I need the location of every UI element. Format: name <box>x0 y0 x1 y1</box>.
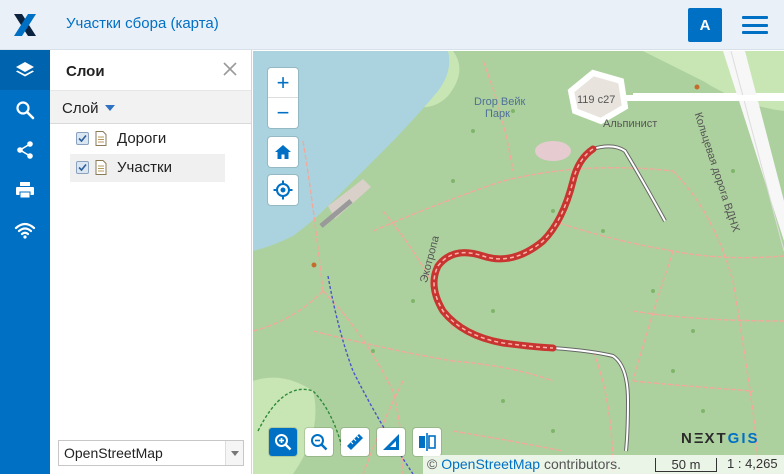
layers-panel: Слои Слой Дороги Участки OpenStreetMap <box>50 50 252 474</box>
wifi-icon <box>14 222 36 239</box>
map-label: Парк <box>485 108 510 120</box>
zoom-out-button[interactable]: − <box>268 98 298 128</box>
measure-area-button[interactable] <box>377 428 405 456</box>
layer-checkbox-roads[interactable] <box>76 132 89 145</box>
hamburger-menu-button[interactable] <box>740 13 770 37</box>
locate-icon <box>273 180 293 200</box>
scale-bar: 50 m <box>655 458 717 472</box>
home-icon <box>275 145 291 159</box>
zoom-in-button[interactable]: + <box>268 68 298 98</box>
user-avatar-button[interactable]: A <box>688 8 722 42</box>
brand-text: XT <box>704 430 728 447</box>
panel-title: Слои <box>66 63 105 80</box>
menu-bar-icon <box>742 23 768 27</box>
basemap-select-value: OpenStreetMap <box>64 445 163 461</box>
zoom-in-icon <box>275 434 292 451</box>
layers-icon <box>16 62 34 77</box>
layer-dropdown-label: Слой <box>62 100 99 117</box>
layers-tab-button[interactable] <box>0 50 50 90</box>
share-icon <box>17 141 33 159</box>
layer-dropdown[interactable]: Слой <box>50 90 251 124</box>
swipe-compare-button[interactable] <box>413 428 441 456</box>
search-icon <box>16 101 35 120</box>
locate-button[interactable] <box>268 175 298 205</box>
copyright-symbol: © <box>427 456 438 472</box>
basemap-select[interactable]: OpenStreetMap <box>58 440 244 466</box>
map-label: Drop Вейк <box>474 96 526 108</box>
layer-label: Дороги <box>117 130 167 147</box>
zoom-controls: + − <box>268 68 298 128</box>
map-label: Альпинист <box>603 118 658 130</box>
page-title: Участки сбора (карта) <box>66 15 219 32</box>
attribution-suffix: contributors. <box>543 456 621 472</box>
scale-ratio: 1 : 4,265 <box>727 456 778 471</box>
swipe-icon <box>419 433 436 451</box>
zoom-box-in-button[interactable] <box>269 428 297 456</box>
map-label: 119 с27 <box>577 94 616 106</box>
attribution-text: © OpenStreetMap contributors. <box>427 456 621 472</box>
layer-item-plots[interactable]: Участки <box>70 154 225 182</box>
brand-text: N <box>681 430 694 447</box>
document-icon <box>95 131 107 146</box>
measure-distance-button[interactable] <box>341 428 369 456</box>
area-ruler-icon <box>383 434 399 450</box>
osm-link[interactable]: OpenStreetMap <box>441 456 540 472</box>
nextgis-brand-logo: NΞXTGIS <box>681 430 760 447</box>
zoom-out-icon <box>311 434 328 451</box>
search-tab-button[interactable] <box>0 90 50 130</box>
map-view[interactable]: Drop Вейк Парк 119 с27 Альпинист Кольцев… <box>253 51 784 474</box>
brand-gis-text: GIS <box>727 430 760 447</box>
print-icon <box>16 182 34 199</box>
map-attribution-bar: © OpenStreetMap contributors. 50 m 1 : 4… <box>423 455 784 474</box>
print-tab-button[interactable] <box>0 170 50 210</box>
nextgis-logo[interactable] <box>0 0 50 50</box>
chevron-down-icon[interactable] <box>225 441 243 465</box>
layer-label: Участки <box>117 159 172 176</box>
brand-text: Ξ <box>693 430 705 447</box>
document-icon <box>95 160 107 175</box>
app-header: Участки сбора (карта) A <box>0 0 784 50</box>
layer-item-roads[interactable]: Дороги <box>70 125 225 153</box>
ruler-icon <box>347 434 363 450</box>
share-tab-button[interactable] <box>0 130 50 170</box>
home-button[interactable] <box>268 137 298 167</box>
caret-down-icon <box>105 105 115 111</box>
close-icon[interactable] <box>222 61 238 77</box>
menu-bar-icon <box>742 31 768 34</box>
offline-tab-button[interactable] <box>0 210 50 250</box>
sidebar-toolbar <box>0 50 50 474</box>
menu-bar-icon <box>742 16 768 19</box>
layer-checkbox-plots[interactable] <box>76 161 89 174</box>
zoom-box-out-button[interactable] <box>305 428 333 456</box>
